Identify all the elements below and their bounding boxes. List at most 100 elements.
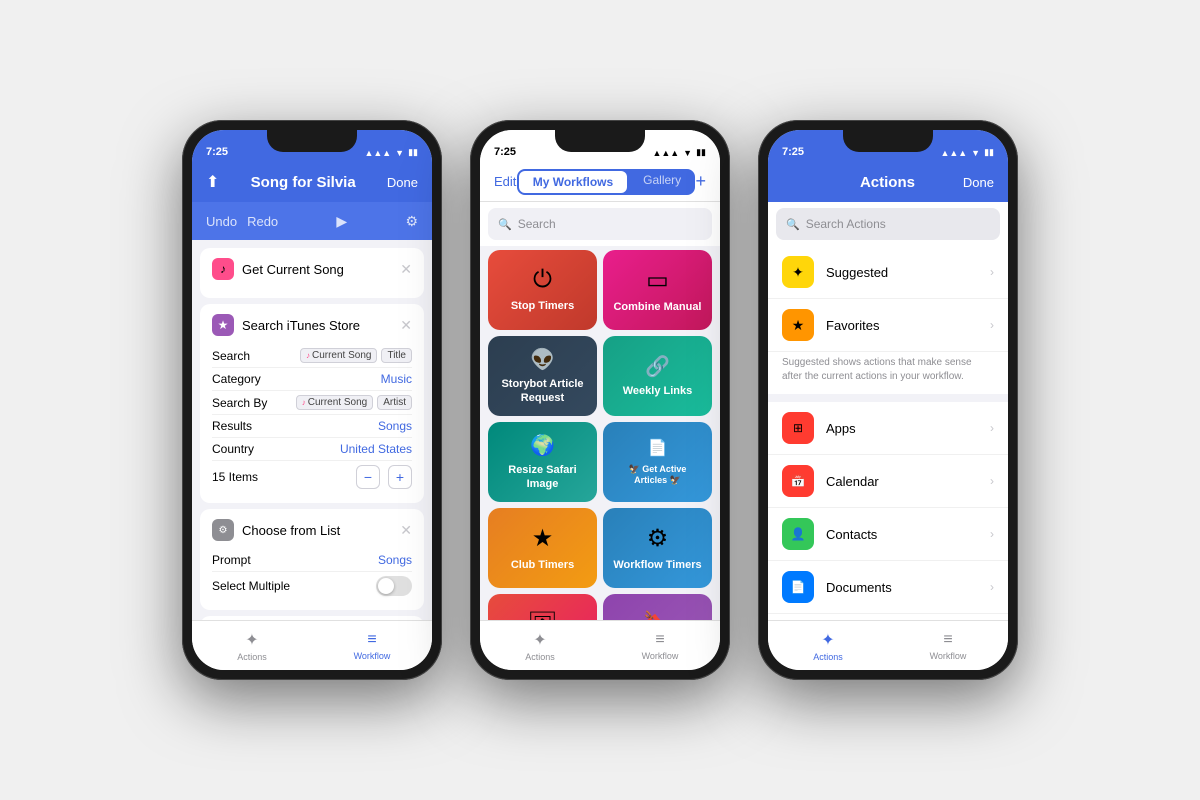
search-placeholder-3: Search Actions xyxy=(806,217,886,231)
resize-safari-icon: 🌍 xyxy=(530,433,555,458)
done-btn-1[interactable]: Done xyxy=(387,175,418,190)
battery-icon-2: ▮▮ xyxy=(696,147,706,158)
tab-bar-2: ✦ Actions ≡ Workflow xyxy=(480,620,720,670)
storybot-label: Storybot Article Request xyxy=(496,378,589,404)
prompt-row: Prompt Songs xyxy=(212,549,412,572)
weekly-links-label: Weekly Links xyxy=(623,385,693,398)
nav-bar-1: ⬆ Song for Silvia Done xyxy=(192,162,432,202)
workflows-grid-container: ⏻ Stop Timers ▭ Combine Manual 👽 Storybo… xyxy=(480,246,720,620)
tile-storybot[interactable]: 👽 Storybot Article Request xyxy=(488,336,597,416)
search-bar-3[interactable]: 🔍 Search Actions xyxy=(776,208,1000,240)
tile-weekly-links[interactable]: 🔗 Weekly Links xyxy=(603,336,712,416)
contacts-item[interactable]: 👤 Contacts › xyxy=(768,508,1008,561)
suggested-chevron: › xyxy=(990,265,994,279)
apps-label: Apps xyxy=(826,421,990,436)
close-block-1[interactable]: ✕ xyxy=(400,261,412,278)
notch-3 xyxy=(843,130,933,152)
phones-container: 7:25 ▲▲▲ ▼ ▮▮ ⬆ Song for Silvia Done Und… xyxy=(182,120,1018,680)
suggested-item[interactable]: ✦ Suggested › xyxy=(768,246,1008,299)
add-workflow-btn[interactable]: + xyxy=(695,171,706,192)
workflows-grid: ⏻ Stop Timers ▭ Combine Manual 👽 Storybo… xyxy=(480,246,720,620)
tile-resize-safari[interactable]: 🌍 Resize Safari Image xyxy=(488,422,597,502)
active-articles-icon: 📄 xyxy=(648,438,668,458)
close-block-2[interactable]: ✕ xyxy=(400,317,412,334)
redo-btn[interactable]: Redo xyxy=(247,214,278,229)
tile-combine-manual[interactable]: ▭ Combine Manual xyxy=(603,250,712,330)
my-workflows-tab[interactable]: My Workflows xyxy=(519,171,627,193)
tab-workflow-3[interactable]: ≡ Workflow xyxy=(888,621,1008,670)
phone-2: 7:25 ▲▲▲ ▼ ▮▮ Edit My Workflows Gallery … xyxy=(470,120,730,680)
suggested-note: Suggested shows actions that make sense … xyxy=(768,352,1008,392)
search-icon-3: 🔍 xyxy=(786,218,800,231)
music-icon-1: ♪ xyxy=(212,258,234,280)
status-time-1: 7:25 xyxy=(206,146,228,158)
search-placeholder-2: Search xyxy=(518,217,556,231)
search-by-label: Search By xyxy=(212,396,267,410)
country-row: Country United States xyxy=(212,438,412,461)
segment-control: My Workflows Gallery xyxy=(517,169,695,195)
done-btn-3[interactable]: Done xyxy=(963,175,994,190)
actions-content: ✦ Suggested › ★ Favorites › Suggested sh… xyxy=(768,246,1008,620)
apps-chevron: › xyxy=(990,421,994,435)
block-header-2: ★ Search iTunes Store ✕ xyxy=(212,314,412,336)
apps-item[interactable]: ⊞ Apps › xyxy=(768,402,1008,455)
results-label: Results xyxy=(212,419,252,433)
tab-workflow-2[interactable]: ≡ Workflow xyxy=(600,621,720,670)
undo-btn[interactable]: Undo xyxy=(206,214,237,229)
artist-tag[interactable]: Artist xyxy=(377,395,412,410)
tile-club-timers[interactable]: ★ Club Timers xyxy=(488,508,597,588)
weekly-links-icon: 🔗 xyxy=(645,354,670,379)
title-tag[interactable]: Title xyxy=(381,348,412,363)
club-timers-label: Club Timers xyxy=(511,559,574,572)
calendar-item[interactable]: 📅 Calendar › xyxy=(768,455,1008,508)
category-value[interactable]: Music xyxy=(381,372,412,386)
tile-stop-timers[interactable]: ⏻ Stop Timers xyxy=(488,250,597,330)
phone-3: 7:25 ▲▲▲ ▼ ▮▮ Actions Done 🔍 Search Acti… xyxy=(758,120,1018,680)
search-bar-2[interactable]: 🔍 Search xyxy=(488,208,712,240)
tile-upload-image[interactable]: 🖼 Upload Image xyxy=(488,594,597,620)
workflow-icon-2: ≡ xyxy=(655,631,664,649)
documents-chevron: › xyxy=(990,580,994,594)
documents-item[interactable]: 📄 Documents › xyxy=(768,561,1008,614)
tab-actions-label-2: Actions xyxy=(525,652,555,662)
favorites-icon: ★ xyxy=(782,309,814,341)
select-multiple-toggle[interactable] xyxy=(376,576,412,596)
tile-active-articles[interactable]: 📄 🦅 Get Active Articles 🦅 xyxy=(603,422,712,502)
close-block-3[interactable]: ✕ xyxy=(400,522,412,539)
tab-actions-2[interactable]: ✦ Actions xyxy=(480,621,600,670)
increment-btn[interactable]: + xyxy=(388,465,412,489)
tab-actions-1[interactable]: ✦ Actions xyxy=(192,621,312,670)
tab-workflow-1[interactable]: ≡ Workflow xyxy=(312,621,432,670)
results-value[interactable]: Songs xyxy=(378,419,412,433)
category-row: Category Music xyxy=(212,368,412,391)
calendar-label: Calendar xyxy=(826,474,990,489)
current-song-tag[interactable]: ♪Current Song xyxy=(300,348,377,363)
select-multiple-label: Select Multiple xyxy=(212,579,290,593)
upload-image-icon: 🖼 xyxy=(527,610,557,620)
tile-macstories[interactable]: 🔖 MacStories xyxy=(603,594,712,620)
block-header-3: ⚙ Choose from List ✕ xyxy=(212,519,412,541)
tab-actions-3[interactable]: ✦ Actions xyxy=(768,621,888,670)
settings-btn[interactable]: ⚙ xyxy=(405,213,418,230)
select-multiple-row: Select Multiple xyxy=(212,572,412,600)
wand-icon-1: ✦ xyxy=(245,630,258,650)
current-song-tag-2[interactable]: ♪Current Song xyxy=(296,395,373,410)
gallery-tab[interactable]: Gallery xyxy=(629,169,695,195)
get-current-song-block: ♪ Get Current Song ✕ xyxy=(200,248,424,298)
favorites-item[interactable]: ★ Favorites › xyxy=(768,299,1008,352)
resize-safari-label: Resize Safari Image xyxy=(496,464,589,490)
phone-1: 7:25 ▲▲▲ ▼ ▮▮ ⬆ Song for Silvia Done Und… xyxy=(182,120,442,680)
wifi-icon-3: ▼ xyxy=(971,148,980,158)
search-by-row: Search By ♪Current Song Artist xyxy=(212,391,412,415)
status-time-3: 7:25 xyxy=(782,146,804,158)
decrement-btn[interactable]: − xyxy=(356,465,380,489)
workflow-timers-icon: ⚙ xyxy=(647,524,669,553)
edit-btn[interactable]: Edit xyxy=(494,174,516,189)
macstories-icon: 🔖 xyxy=(643,610,673,620)
play-btn[interactable]: ▶ xyxy=(336,213,347,230)
tab-actions-label-3: Actions xyxy=(813,652,843,662)
share-icon-1[interactable]: ⬆ xyxy=(206,172,219,192)
combine-manual-label: Combine Manual xyxy=(613,301,701,314)
tile-workflow-timers[interactable]: ⚙ Workflow Timers xyxy=(603,508,712,588)
country-value[interactable]: United States xyxy=(340,442,412,456)
